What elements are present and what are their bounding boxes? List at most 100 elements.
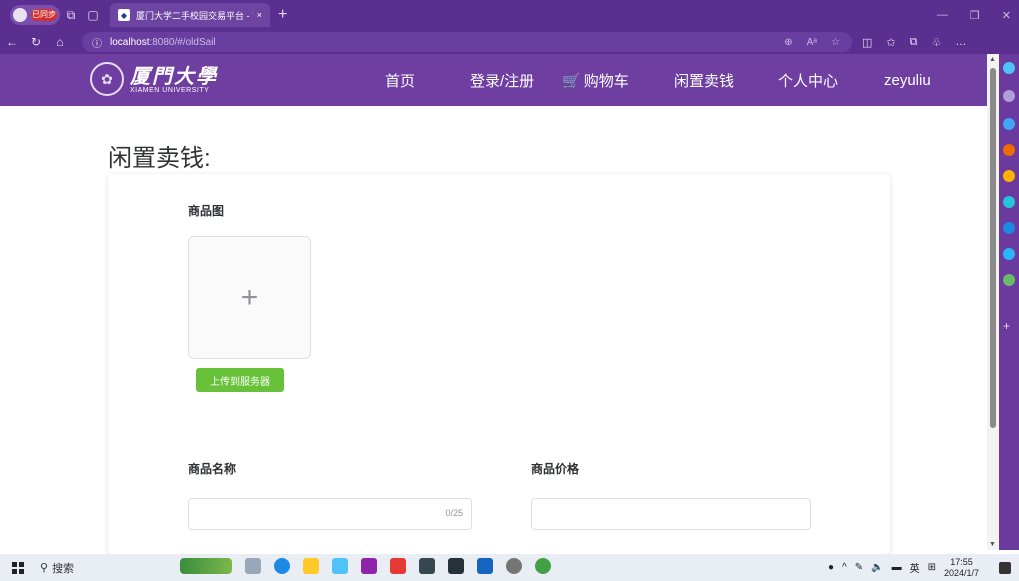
taskbar-search-label: 搜索: [52, 562, 75, 575]
tab-actions-icon[interactable]: ▢: [82, 4, 104, 26]
nav-cart-label: 购物车: [583, 72, 629, 90]
edge-sidebar: +: [999, 54, 1019, 550]
battery-icon[interactable]: ▬: [892, 562, 902, 573]
university-logo[interactable]: ✿ 厦門大學 XIAMEN UNIVERSITY: [90, 62, 218, 96]
site-info-icon[interactable]: ⓘ: [92, 35, 102, 50]
address-bar[interactable]: ⓘ localhost :8080/#/oldSail ⊕ Aᵃ ☆: [82, 32, 852, 52]
upload-to-server-button[interactable]: 上传到服务器: [196, 368, 284, 392]
app-red-icon[interactable]: [390, 558, 406, 574]
nav-login-register[interactable]: 登录/注册: [470, 70, 562, 91]
app-tray-icon[interactable]: ●: [828, 562, 834, 573]
tab-title: 厦门大学二手校园交易平台 - 首页: [136, 10, 253, 21]
image-label: 商品图: [188, 204, 225, 218]
browser-tab-strip: 已同步 ⧉ ▢ ◆ 厦门大学二手校园交易平台 - 首页 × + — ❐ ✕: [0, 0, 1019, 30]
sell-form-card: 商品图 + 上传到服务器 商品名称 0/25 商品价格: [108, 174, 890, 554]
logo-english: XIAMEN UNIVERSITY: [130, 86, 210, 94]
outlook-icon[interactable]: [1003, 222, 1015, 234]
refresh-icon[interactable]: ↻: [24, 35, 48, 49]
avatar: [13, 8, 27, 22]
pen-icon[interactable]: ✎: [855, 562, 863, 573]
product-price-label: 商品价格: [531, 462, 580, 476]
product-name-input[interactable]: 0/25: [188, 498, 472, 530]
url-path: :8080/#/oldSail: [149, 36, 216, 48]
plus-icon: +: [240, 280, 259, 314]
app-dark-icon[interactable]: [419, 558, 435, 574]
windows-taskbar: ⚲ 搜索 ● ^ ✎ 🔈 ▬ 英 ⊞ 17:55 2024/1/7: [0, 554, 1019, 581]
cart-icon: 🛒: [562, 72, 581, 90]
taskbar-search[interactable]: ⚲ 搜索: [40, 560, 74, 576]
terminal-icon[interactable]: [448, 558, 464, 574]
zoom-icon[interactable]: ⊕: [784, 37, 792, 48]
new-tab-icon[interactable]: +: [278, 6, 287, 24]
back-icon[interactable]: ←: [0, 35, 24, 49]
extensions-icon[interactable]: ♧: [931, 36, 941, 49]
search-icon[interactable]: [1003, 90, 1015, 102]
clock-date: 2024/1/7: [943, 567, 979, 578]
restore-icon[interactable]: ❐: [970, 9, 980, 22]
browser-tab-active[interactable]: ◆ 厦门大学二手校园交易平台 - 首页 ×: [110, 3, 270, 27]
app-icon[interactable]: [1003, 274, 1015, 286]
clock[interactable]: 17:55 2024/1/7: [944, 557, 979, 579]
volume-icon[interactable]: 🔈: [871, 562, 883, 573]
widgets-icon[interactable]: [180, 558, 232, 574]
minimize-icon[interactable]: —: [937, 9, 948, 21]
close-tab-icon[interactable]: ×: [257, 10, 262, 20]
close-window-icon[interactable]: ✕: [1002, 9, 1011, 22]
chevron-up-icon[interactable]: ^: [842, 562, 847, 573]
read-aloud-icon[interactable]: Aᵃ: [807, 37, 817, 48]
nav-username[interactable]: zeyuliu: [884, 72, 931, 89]
favorites-icon[interactable]: ✩: [886, 36, 895, 49]
add-sidebar-app-icon[interactable]: +: [1003, 320, 1015, 332]
app-blue-icon[interactable]: [477, 558, 493, 574]
scroll-up-icon[interactable]: ▲: [989, 56, 996, 63]
image-uploader[interactable]: +: [188, 236, 311, 359]
app-s-icon[interactable]: [361, 558, 377, 574]
collections-icon[interactable]: ⧉: [910, 36, 918, 49]
wechat-icon[interactable]: [535, 558, 551, 574]
tools-icon[interactable]: [1003, 144, 1015, 156]
nav-home[interactable]: 首页: [385, 70, 470, 91]
shopping-icon[interactable]: [1003, 118, 1015, 130]
copilot-icon[interactable]: [1003, 62, 1015, 74]
taskbar-apps: [180, 558, 551, 574]
telegram-icon[interactable]: [1003, 248, 1015, 260]
scrollbar-thumb[interactable]: [990, 68, 996, 428]
search-icon: ⚲: [40, 562, 49, 574]
split-screen-icon[interactable]: ◫: [862, 36, 872, 49]
store-icon[interactable]: [332, 558, 348, 574]
file-explorer-icon[interactable]: [303, 558, 319, 574]
nav-sell-idle[interactable]: 闲置卖钱: [674, 70, 778, 91]
system-tray: ● ^ ✎ 🔈 ▬ 英 ⊞ 17:55 2024/1/7: [828, 554, 979, 581]
scroll-down-icon[interactable]: ▼: [989, 541, 996, 548]
logo-chinese: 厦門大學: [130, 63, 218, 88]
task-view-icon[interactable]: [245, 558, 261, 574]
main-nav: 首页 登录/注册 🛒 购物车 闲置卖钱 个人中心 zeyuliu: [385, 54, 931, 106]
workspaces-icon[interactable]: ⧉: [60, 4, 82, 26]
favorite-star-icon[interactable]: ☆: [831, 37, 840, 48]
nav-cart[interactable]: 🛒 购物车: [562, 70, 674, 91]
site-header: ✿ 厦門大學 XIAMEN UNIVERSITY 首页 登录/注册 🛒 购物车 闲…: [0, 54, 987, 106]
start-windows-icon[interactable]: [12, 561, 24, 574]
site-favicon-icon: ◆: [118, 9, 130, 21]
url-host: localhost: [110, 36, 150, 48]
edge-browser-icon[interactable]: [274, 558, 290, 574]
page-title: 闲置卖钱:: [108, 145, 211, 172]
product-price-input[interactable]: [531, 498, 811, 530]
notification-icon[interactable]: [999, 562, 1011, 574]
games-icon[interactable]: [1003, 170, 1015, 182]
char-counter: 0/25: [445, 508, 463, 518]
university-seal-icon: ✿: [90, 62, 124, 96]
clock-time: 17:55: [950, 556, 973, 567]
product-name-label: 商品名称: [188, 462, 237, 476]
profile-badge: 已同步: [31, 9, 57, 21]
browser-toolbar: ← ↻ ⌂ ⓘ localhost :8080/#/oldSail ⊕ Aᵃ ☆…: [0, 30, 1019, 54]
ime-language[interactable]: 英: [910, 560, 920, 575]
ime-mode-icon[interactable]: ⊞: [928, 562, 936, 573]
office-icon[interactable]: [1003, 196, 1015, 208]
page-scrollbar[interactable]: ▲ ▼: [987, 54, 999, 550]
nav-personal-center[interactable]: 个人中心: [778, 70, 884, 91]
profile-button[interactable]: 已同步: [10, 5, 60, 25]
settings-icon[interactable]: [506, 558, 522, 574]
home-icon[interactable]: ⌂: [48, 35, 72, 49]
more-icon[interactable]: …: [955, 36, 966, 49]
